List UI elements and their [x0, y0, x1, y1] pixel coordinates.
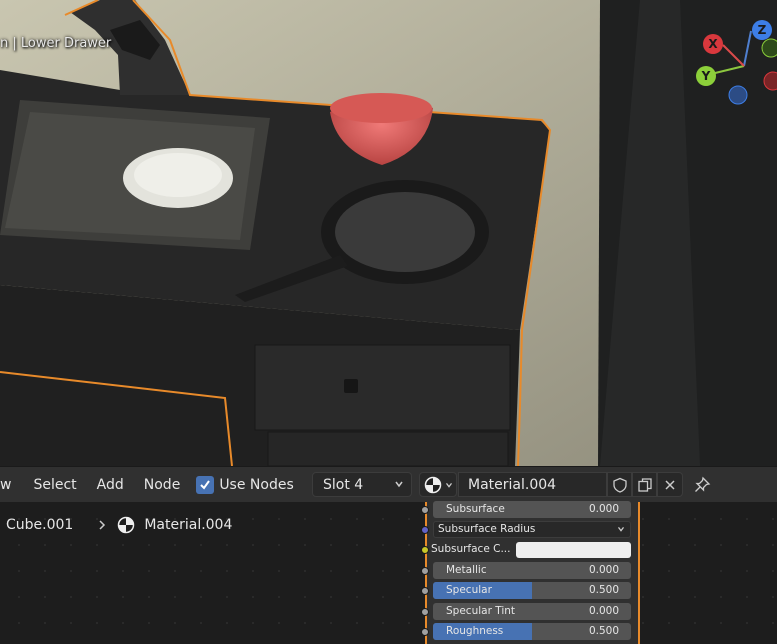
node-editor-canvas[interactable]: Cube.001 Material.004 Subsurface 0.000 S…: [0, 500, 777, 644]
use-nodes-checkbox[interactable]: [196, 475, 215, 494]
input-socket[interactable]: [421, 546, 429, 554]
input-socket[interactable]: [421, 628, 429, 636]
roughness-row: Roughness 0.500: [421, 622, 642, 642]
slider-value: 0.000: [588, 503, 619, 515]
color-label: Subsurface C...: [431, 543, 511, 555]
subsurface-color-row: Subsurface C...: [421, 540, 642, 560]
select-label: Subsurface Radius: [438, 523, 536, 535]
object-name-overlay: n | Lower Drawer: [0, 36, 112, 51]
breadcrumb-object: Cube.001: [6, 517, 74, 533]
menu-select[interactable]: Select: [23, 467, 86, 503]
material-ball-icon: [424, 476, 442, 493]
breadcrumb-material: Material.004: [144, 517, 233, 533]
checkmark-icon: [200, 479, 211, 490]
metallic-slider[interactable]: Metallic 0.000: [433, 562, 631, 579]
chevron-down-icon: [618, 526, 624, 532]
material-ball-icon: [118, 516, 135, 534]
specular-row: Specular 0.500: [421, 581, 642, 601]
slider-label: Roughness: [446, 625, 504, 637]
close-icon: [665, 479, 675, 490]
subsurface-radius-row: Subsurface Radius: [421, 520, 642, 540]
slot-value: Slot 4: [323, 476, 364, 493]
pin-icon: [695, 476, 711, 492]
pin-button[interactable]: [690, 472, 714, 497]
material-browse-button[interactable]: [419, 472, 457, 497]
chevron-down-icon: [446, 482, 452, 488]
slider-label: Specular: [446, 584, 492, 596]
chevron-down-icon: [395, 481, 403, 488]
slider-value: 0.000: [588, 564, 619, 576]
subsurface-slider[interactable]: Subsurface 0.000: [433, 501, 631, 518]
input-socket[interactable]: [421, 526, 429, 534]
3d-viewport[interactable]: n | Lower Drawer Z X Y: [0, 0, 777, 466]
material-name-value: Material.004: [468, 476, 557, 493]
navigation-gizmo[interactable]: Z X Y: [687, 18, 777, 118]
input-socket[interactable]: [421, 567, 429, 575]
duplicate-icon: [637, 477, 652, 492]
slider-value: 0.000: [588, 605, 619, 617]
neg-y-axis-icon[interactable]: [761, 38, 777, 58]
slider-value: 0.500: [588, 584, 619, 596]
slider-label: Specular Tint: [446, 605, 516, 617]
input-socket[interactable]: [421, 506, 429, 514]
svg-text:X: X: [708, 37, 718, 51]
chevron-right-icon: [99, 520, 106, 530]
specular-tint-row: Specular Tint 0.000: [421, 602, 642, 622]
breadcrumb: Cube.001 Material.004: [6, 516, 232, 534]
neg-x-axis-icon[interactable]: [763, 71, 777, 91]
slider-label: Metallic: [446, 564, 487, 576]
subsurface-row: Subsurface 0.000: [421, 500, 642, 520]
specular-slider[interactable]: Specular 0.500: [433, 582, 631, 599]
slider-label: Subsurface: [446, 503, 505, 515]
input-socket[interactable]: [421, 587, 429, 595]
subsurface-radius-select[interactable]: Subsurface Radius: [433, 521, 631, 538]
metallic-row: Metallic 0.000: [421, 561, 642, 581]
slider-value: 0.500: [588, 625, 619, 637]
input-socket[interactable]: [421, 608, 429, 616]
slot-dropdown[interactable]: Slot 4: [312, 472, 412, 497]
fake-user-button[interactable]: [607, 472, 632, 497]
roughness-slider[interactable]: Roughness 0.500: [433, 623, 631, 640]
principled-bsdf-node[interactable]: Subsurface 0.000 Subsurface Radius Subsu…: [421, 500, 642, 644]
rendered-scene: [0, 0, 777, 466]
svg-text:Z: Z: [758, 23, 767, 37]
neg-z-axis-icon[interactable]: [728, 85, 748, 105]
shield-icon: [612, 477, 627, 493]
material-name-field[interactable]: Material.004: [458, 472, 607, 497]
unlink-material-button[interactable]: [657, 472, 683, 497]
use-nodes-label: Use Nodes: [219, 476, 294, 493]
subsurface-color-swatch[interactable]: [516, 542, 631, 558]
menu-add[interactable]: Add: [87, 467, 134, 503]
specular-tint-slider[interactable]: Specular Tint 0.000: [433, 603, 631, 620]
new-material-button[interactable]: [632, 472, 657, 497]
svg-text:Y: Y: [701, 69, 711, 83]
menu-node[interactable]: Node: [134, 467, 191, 503]
menu-view[interactable]: w: [0, 467, 23, 503]
use-nodes-toggle[interactable]: Use Nodes: [196, 475, 294, 494]
